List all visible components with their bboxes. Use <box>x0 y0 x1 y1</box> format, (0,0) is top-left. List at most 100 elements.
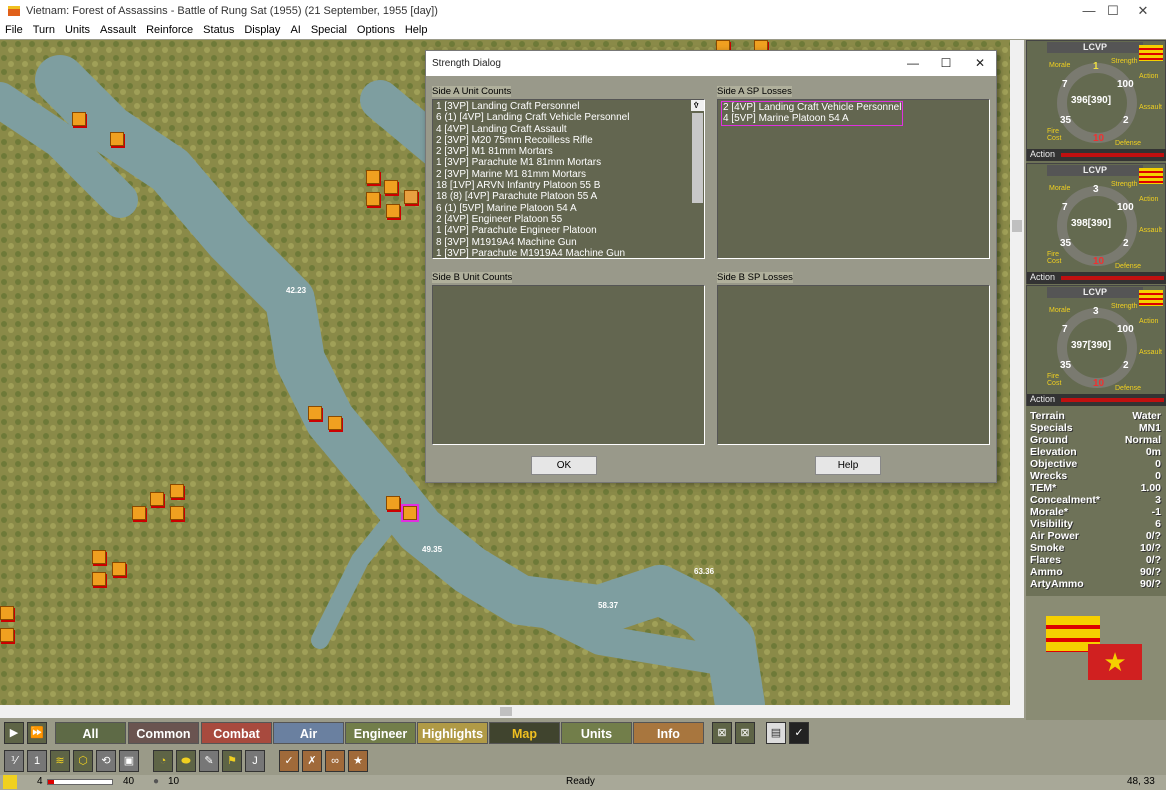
tab-map[interactable]: Map <box>489 722 560 744</box>
list-item[interactable]: 1 [3VP] Parachute M1919A4 Machine Gun <box>436 248 688 258</box>
list-item[interactable]: 4 [5VP] Marine Platoon 54 A <box>723 113 901 124</box>
menu-file[interactable]: File <box>0 22 28 39</box>
unit-counter[interactable] <box>328 416 342 430</box>
unit-card[interactable]: LCVP Strength Morale Action Assault Fire… <box>1026 285 1166 406</box>
unit-counter[interactable] <box>92 550 106 564</box>
unit-counter[interactable] <box>0 628 14 642</box>
unit-counter[interactable] <box>0 606 14 620</box>
side-a-counts-list[interactable]: ^ v 1 [3VP] Landing Craft Personnel 6 (1) … <box>432 99 705 259</box>
list-item[interactable]: 2 [4VP] Landing Craft Vehicle Personnel <box>723 102 901 113</box>
window-title: Vietnam: Forest of Assassins - Battle of… <box>26 5 438 17</box>
side-a-losses-list[interactable]: 2 [4VP] Landing Craft Vehicle Personnel 4… <box>717 99 990 259</box>
menu-units[interactable]: Units <box>60 22 95 39</box>
unit-counter[interactable] <box>150 492 164 506</box>
list-item[interactable]: 18 [1VP] ARVN Infantry Platoon 55 B <box>436 180 688 191</box>
menu-display[interactable]: Display <box>239 22 285 39</box>
unit-counter[interactable] <box>92 572 106 586</box>
unit-name: LCVP <box>1047 287 1143 298</box>
no-route-icon[interactable]: ✗ <box>302 750 322 772</box>
rotate-icon[interactable]: ⟲ <box>96 750 116 772</box>
prev-unit-icon[interactable]: ⊠ <box>712 722 732 744</box>
unit-counter[interactable] <box>308 406 322 420</box>
unit-card[interactable]: LCVP Strength Morale Action Assault Fire… <box>1026 40 1166 161</box>
hex-number-icon[interactable]: ⅟ <box>4 750 24 772</box>
tab-air[interactable]: Air <box>273 722 344 744</box>
save-icon[interactable]: ▤ <box>766 722 786 744</box>
flag-toggle-icon[interactable]: ⚑ <box>222 750 242 772</box>
elevation-icon[interactable]: 1 <box>27 750 47 772</box>
next-unit-icon[interactable]: ⊠ <box>735 722 755 744</box>
unit-counter[interactable] <box>386 204 400 218</box>
unit-counter[interactable] <box>72 112 86 126</box>
tab-all[interactable]: All <box>55 722 126 744</box>
unit-counter[interactable] <box>386 496 400 510</box>
selected-unit-counter[interactable] <box>401 504 419 522</box>
list-item[interactable]: 1 [3VP] Landing Craft Personnel <box>436 101 688 112</box>
unit-counter[interactable] <box>366 170 380 184</box>
list-item[interactable]: 6 (1) [4VP] Landing Craft Vehicle Person… <box>436 112 688 123</box>
play-icon[interactable]: ▶ <box>4 722 24 744</box>
unit-counter[interactable] <box>384 180 398 194</box>
morale-value: 7 <box>1062 79 1068 90</box>
list-scrollbar[interactable]: ^ v <box>691 100 704 203</box>
frame-icon[interactable]: ▣ <box>119 750 139 772</box>
map-horizontal-scrollbar[interactable] <box>0 705 1024 718</box>
tab-units[interactable]: Units <box>561 722 632 744</box>
list-item[interactable]: 6 (1) [5VP] Marine Platoon 54 A <box>436 203 688 214</box>
strength-label: Strength <box>1111 181 1138 188</box>
menu-turn[interactable]: Turn <box>28 22 60 39</box>
ok-button[interactable]: OK <box>531 456 597 475</box>
tab-highlights[interactable]: Highlights <box>417 722 488 744</box>
help-button[interactable]: Help <box>815 456 881 475</box>
menu-reinforce[interactable]: Reinforce <box>141 22 198 39</box>
unit-counter[interactable] <box>132 506 146 520</box>
map-vertical-scrollbar[interactable] <box>1010 40 1024 705</box>
tab-combat[interactable]: Combat <box>201 722 272 744</box>
info-row: Concealment* 3 <box>1026 494 1166 506</box>
menu-help[interactable]: Help <box>400 22 433 39</box>
star-icon[interactable]: ★ <box>348 750 368 772</box>
ellipse-icon[interactable]: ⬬ <box>176 750 196 772</box>
map-contour-icon[interactable]: ≋ <box>50 750 70 772</box>
unit-counter[interactable] <box>366 192 380 206</box>
unit-counter[interactable] <box>404 190 418 204</box>
list-item[interactable]: 8 [3VP] M1919A4 Machine Gun <box>436 237 688 248</box>
menu-status[interactable]: Status <box>198 22 239 39</box>
side-a-counts-label: Side A Unit Counts <box>432 86 512 97</box>
menu-special[interactable]: Special <box>306 22 352 39</box>
list-item[interactable]: 18 (8) [4VP] Parachute Platoon 55 A <box>436 191 688 202</box>
j-icon[interactable]: J <box>245 750 265 772</box>
menu-ai[interactable]: AI <box>285 22 305 39</box>
tab-info[interactable]: Info <box>633 722 704 744</box>
unit-card[interactable]: LCVP Strength Morale Action Assault Fire… <box>1026 163 1166 284</box>
dialog-close-button[interactable]: ✕ <box>963 51 997 76</box>
list-item[interactable]: 2 [3VP] M1 81mm Mortars <box>436 146 688 157</box>
sp-value: 397[390] <box>1071 340 1112 351</box>
hex-grid-icon[interactable]: ⬡ <box>73 750 93 772</box>
menu-assault[interactable]: Assault <box>95 22 141 39</box>
list-item[interactable]: 2 [3VP] Marine M1 81mm Mortars <box>436 169 688 180</box>
dialog-maximize-button[interactable]: ☐ <box>929 51 963 76</box>
side-b-losses-list[interactable] <box>717 285 990 445</box>
pencil-icon[interactable]: ✎ <box>199 750 219 772</box>
list-item[interactable]: 1 [3VP] Parachute M1 81mm Mortars <box>436 157 688 168</box>
fast-forward-icon[interactable]: ⏩ <box>27 722 47 744</box>
unit-counter[interactable] <box>170 506 184 520</box>
gauge-icon[interactable]: ◔ <box>153 750 173 772</box>
binoculars-icon[interactable]: ∞ <box>325 750 345 772</box>
unit-counter[interactable] <box>170 484 184 498</box>
list-item[interactable]: 2 [3VP] M20 75mm Recoilless Rifle <box>436 135 688 146</box>
side-b-counts-list[interactable] <box>432 285 705 445</box>
menu-options[interactable]: Options <box>352 22 400 39</box>
route-icon[interactable]: ✓ <box>279 750 299 772</box>
dialog-minimize-button[interactable]: — <box>896 51 930 76</box>
tab-common[interactable]: Common <box>128 722 199 744</box>
unit-counter[interactable] <box>112 562 126 576</box>
tab-engineer[interactable]: Engineer <box>345 722 416 744</box>
list-item[interactable]: 4 [4VP] Landing Craft Assault <box>436 124 688 135</box>
unit-counter[interactable] <box>110 132 124 146</box>
list-item[interactable]: 1 [4VP] Parachute Engineer Platoon <box>436 225 688 236</box>
checkmark-icon[interactable]: ✓ <box>789 722 809 744</box>
list-item[interactable]: 2 [4VP] Engineer Platoon 55 <box>436 214 688 225</box>
close-button[interactable]: ✕ <box>1120 0 1166 22</box>
